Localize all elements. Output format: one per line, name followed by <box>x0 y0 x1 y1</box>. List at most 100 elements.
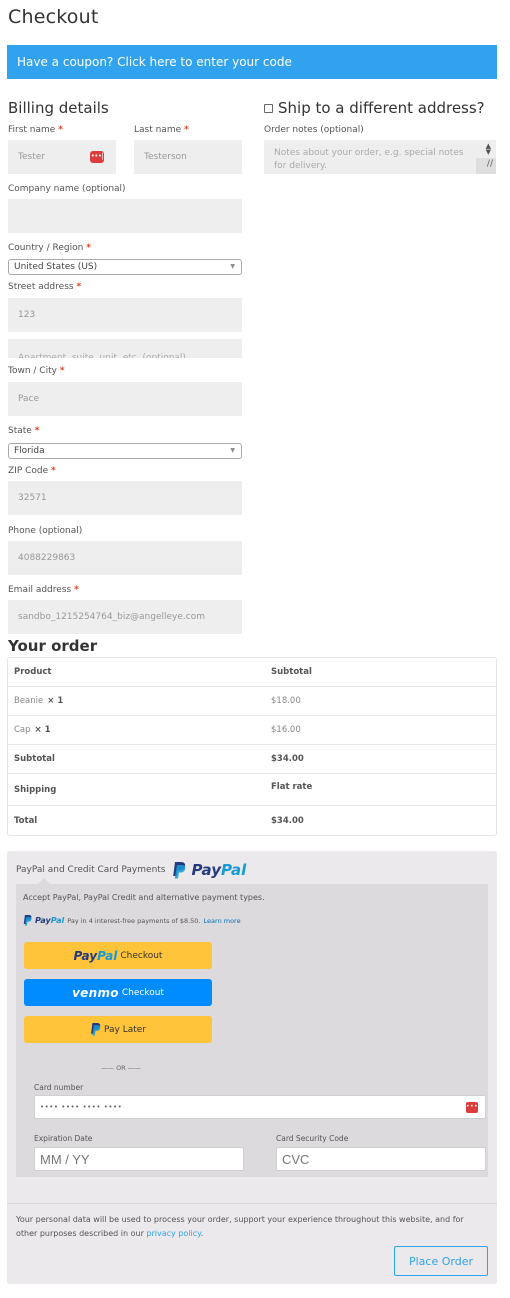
card-security-code-input[interactable]: CVC <box>276 1147 486 1171</box>
password-manager-icon[interactable]: •••| <box>466 1102 480 1113</box>
payment-method-paypal[interactable]: PayPal and Credit Card Payments PayPal <box>16 861 246 879</box>
or-separator: —— OR —— <box>101 1064 141 1072</box>
privacy-policy-link[interactable]: privacy policy <box>146 1229 200 1238</box>
pay-in-4-message: PayPal Pay in 4 interest-free payments o… <box>23 915 241 926</box>
shipping-label: Shipping <box>14 784 57 795</box>
venmo-checkout-label: Checkout <box>121 987 164 998</box>
payment-description: Accept PayPal, PayPal Credit and alterna… <box>23 893 265 902</box>
password-manager-icon[interactable]: •••| <box>90 151 104 163</box>
learn-more-link[interactable]: Learn more <box>204 917 241 925</box>
paypal-checkout-label: Checkout <box>120 950 163 961</box>
payment-section: PayPal and Credit Card Payments PayPal A… <box>7 851 497 1284</box>
resize-grip-icon[interactable]: // <box>476 158 496 174</box>
email-label: Email address * <box>8 585 79 595</box>
street-address-label: Street address * <box>8 282 82 292</box>
city-input[interactable]: Pace <box>8 382 242 416</box>
table-row: Cap × 1 $16.00 <box>8 716 496 745</box>
product-column-header: Product <box>14 667 52 677</box>
paypal-wordmark: PayPal <box>73 948 118 963</box>
order-notes-label: Order notes (optional) <box>264 125 364 135</box>
card-number-input[interactable]: •••• •••• •••• •••• •••| <box>34 1095 486 1119</box>
city-label: Town / City * <box>8 366 65 376</box>
pay-later-button[interactable]: Pay Later <box>24 1016 212 1043</box>
product-total: $18.00 <box>271 696 301 706</box>
zip-label: ZIP Code * <box>8 466 56 476</box>
venmo-wordmark: venmo <box>72 985 119 1000</box>
chevron-down-icon: ▼ <box>230 447 235 454</box>
first-name-input[interactable]: Tester •••| <box>8 140 116 174</box>
expiration-date-placeholder: MM / YY <box>40 1151 90 1167</box>
paypal-logo-icon <box>91 1023 101 1036</box>
product-name: Cap <box>14 725 31 735</box>
paypal-checkout-button[interactable]: PayPal Checkout <box>24 942 212 969</box>
last-name-value: Testerson <box>144 152 187 162</box>
order-total-value: $34.00 <box>271 815 304 826</box>
street-address-input[interactable]: 123 <box>8 298 242 332</box>
card-number-label: Card number <box>34 1083 84 1092</box>
ship-different-address-label[interactable]: Ship to a different address? <box>278 99 485 117</box>
privacy-notice: Your personal data will be used to proce… <box>16 1213 486 1241</box>
order-total-label: Total <box>14 815 38 826</box>
city-value: Pace <box>18 394 40 404</box>
billing-details-heading: Billing details <box>8 99 109 117</box>
street-address-value: 123 <box>18 310 36 320</box>
table-row: Beanie × 1 $18.00 <box>8 687 496 716</box>
paypal-wordmark: PayPal <box>35 916 65 925</box>
pay-later-label: Pay Later <box>103 1024 147 1035</box>
product-cell: Beanie × 1 <box>8 696 271 706</box>
order-notes-textarea[interactable]: Notes about your order, e.g. special not… <box>264 140 496 174</box>
privacy-end: . <box>200 1229 204 1238</box>
country-select[interactable]: United States (US) ▼ <box>8 259 242 275</box>
street-address-line2-input[interactable]: Apartment, suite, unit, etc. (optional) <box>8 339 242 358</box>
expiration-date-input[interactable]: MM / YY <box>34 1147 244 1171</box>
email-value: sandbo_1215254764_biz@angelleye.com <box>18 612 205 622</box>
divider <box>7 1203 497 1204</box>
privacy-text: Your personal data will be used to proce… <box>16 1215 464 1238</box>
spinner-icon: ▲ ▼ <box>485 142 491 156</box>
shipping-row: Shipping Flat rate <box>8 774 496 806</box>
venmo-checkout-button[interactable]: venmo Checkout <box>24 979 212 1006</box>
expiration-date-label: Expiration Date <box>34 1134 93 1143</box>
product-cell: Cap × 1 <box>8 725 271 735</box>
last-name-input[interactable]: Testerson <box>134 140 242 174</box>
card-number-placeholder: •••• •••• •••• •••• <box>40 1103 123 1111</box>
product-total: $16.00 <box>271 725 301 735</box>
cart-subtotal-label: Subtotal <box>14 754 55 764</box>
cart-subtotal-row: Subtotal $34.00 <box>8 745 496 774</box>
ship-different-address-checkbox[interactable] <box>264 103 273 113</box>
order-total-row: Total $34.00 <box>8 806 496 835</box>
product-quantity: × 1 <box>47 696 64 706</box>
phone-label: Phone (optional) <box>8 526 83 536</box>
company-input[interactable] <box>8 199 242 233</box>
card-security-code-label: Card Security Code <box>276 1134 349 1143</box>
paypal-logo-icon <box>172 861 185 878</box>
order-review-table: Product Subtotal Beanie × 1 $18.00 Cap × 1… <box>7 657 497 836</box>
product-quantity: × 1 <box>34 725 51 735</box>
product-name: Beanie <box>14 696 44 706</box>
order-notes-placeholder: Notes about your order, e.g. special not… <box>274 148 464 171</box>
page-title: Checkout <box>8 6 99 28</box>
payment-method-label: PayPal and Credit Card Payments <box>16 865 166 875</box>
subtotal-column-header: Subtotal <box>271 667 312 677</box>
card-security-code-placeholder: CVC <box>282 1151 310 1167</box>
coupon-toggle-link[interactable]: Have a coupon? Click here to enter your … <box>7 45 497 79</box>
last-name-label: Last name * <box>134 125 189 135</box>
country-selected-value: United States (US) <box>14 262 98 272</box>
first-name-value: Tester <box>18 152 45 162</box>
pay-in-4-text: Pay in 4 interest-free payments of $8.50… <box>67 916 201 925</box>
cart-subtotal-value: $34.00 <box>271 754 304 764</box>
state-select[interactable]: Florida ▼ <box>8 443 242 459</box>
place-order-button[interactable]: Place Order <box>394 1246 488 1276</box>
state-selected-value: Florida <box>14 446 45 456</box>
phone-value: 4088229863 <box>18 553 76 563</box>
paypal-logo-icon <box>23 915 32 926</box>
your-order-heading: Your order <box>8 637 98 655</box>
table-header-row: Product Subtotal <box>8 658 496 687</box>
country-label: Country / Region * <box>8 243 91 253</box>
email-input[interactable]: sandbo_1215254764_biz@angelleye.com <box>8 600 242 634</box>
paypal-wordmark: PayPal <box>191 861 247 879</box>
ship-different-address-heading: Ship to a different address? <box>264 99 485 117</box>
phone-input[interactable]: 4088229863 <box>8 541 242 575</box>
company-label: Company name (optional) <box>8 184 126 194</box>
zip-input[interactable]: 32571 <box>8 481 242 515</box>
